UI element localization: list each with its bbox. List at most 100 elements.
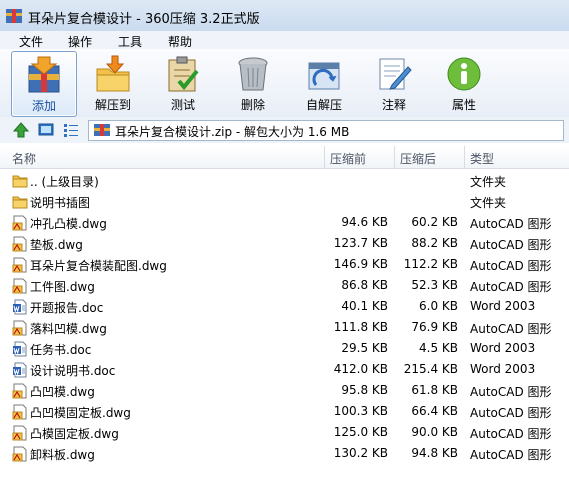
thumbnail-view-icon[interactable] bbox=[37, 121, 55, 139]
file-row[interactable]: 卸料板.dwg 130.2 KB 94.8 KB AutoCAD 图形 bbox=[0, 443, 569, 464]
column-divider[interactable] bbox=[464, 146, 465, 168]
test-label: 测试 bbox=[170, 98, 195, 112]
word-doc-icon bbox=[12, 341, 28, 357]
original-size: 88.2 KB bbox=[411, 236, 458, 250]
menu-file[interactable]: 文件 bbox=[19, 33, 43, 50]
compressed-size: 123.7 KB bbox=[333, 236, 388, 250]
self-extract-button[interactable]: 自解压 bbox=[292, 51, 356, 115]
extract-to-label: 解压到 bbox=[94, 98, 131, 112]
comment-button[interactable]: 注释 bbox=[362, 51, 426, 115]
folder-icon bbox=[12, 173, 28, 189]
compressed-size: 95.8 KB bbox=[341, 383, 388, 397]
dwg-file-icon bbox=[12, 383, 28, 399]
extract-to-button[interactable]: 解压到 bbox=[81, 51, 145, 115]
dwg-file-icon bbox=[12, 320, 28, 336]
dwg-file-icon bbox=[12, 215, 28, 231]
comment-icon bbox=[379, 58, 412, 90]
file-row[interactable]: 耳朵片复合模装配图.dwg 146.9 KB 112.2 KB AutoCAD 图形 bbox=[0, 254, 569, 275]
column-original[interactable]: 压缩后 bbox=[400, 150, 436, 167]
file-name: 工件图.dwg bbox=[30, 280, 95, 294]
file-row[interactable]: 工件图.dwg 86.8 KB 52.3 KB AutoCAD 图形 bbox=[0, 275, 569, 296]
file-name: 设计说明书.doc bbox=[30, 364, 116, 378]
toolbar: 添加 解压到 测试 删除 自解压 注释 属性 bbox=[0, 49, 569, 118]
test-button[interactable]: 测试 bbox=[151, 51, 215, 115]
file-row[interactable]: 落料凹模.dwg 111.8 KB 76.9 KB AutoCAD 图形 bbox=[0, 317, 569, 338]
file-type: AutoCAD 图形 bbox=[470, 427, 552, 441]
original-size: 76.9 KB bbox=[411, 320, 458, 334]
list-view-icon[interactable] bbox=[62, 121, 80, 139]
file-type: AutoCAD 图形 bbox=[470, 406, 552, 420]
file-name: 垫板.dwg bbox=[30, 238, 83, 252]
file-type: Word 2003 bbox=[470, 362, 536, 376]
dwg-file-icon bbox=[12, 404, 28, 420]
file-name: 凸模固定板.dwg bbox=[30, 427, 119, 441]
up-arrow-icon[interactable] bbox=[12, 121, 30, 139]
file-row[interactable]: 凸模固定板.dwg 125.0 KB 90.0 KB AutoCAD 图形 bbox=[0, 422, 569, 443]
path-text: 耳朵片复合模设计.zip - 解包大小为 1.6 MB bbox=[115, 125, 350, 139]
file-row[interactable]: 凸凹模固定板.dwg 100.3 KB 66.4 KB AutoCAD 图形 bbox=[0, 401, 569, 422]
file-row[interactable]: 设计说明书.doc 412.0 KB 215.4 KB Word 2003 bbox=[0, 359, 569, 380]
file-type: 文件夹 bbox=[470, 175, 507, 189]
delete-trash-icon bbox=[238, 57, 268, 91]
file-row[interactable]: 冲孔凸模.dwg 94.6 KB 60.2 KB AutoCAD 图形 bbox=[0, 212, 569, 233]
column-divider[interactable] bbox=[394, 146, 395, 168]
properties-button[interactable]: 属性 bbox=[432, 51, 496, 115]
compressed-size: 412.0 KB bbox=[333, 362, 388, 376]
compressed-size: 130.2 KB bbox=[333, 446, 388, 460]
delete-button[interactable]: 删除 bbox=[221, 51, 285, 115]
menu-bar: 文件 操作 工具 帮助 bbox=[0, 31, 569, 49]
path-field[interactable]: 耳朵片复合模设计.zip - 解包大小为 1.6 MB bbox=[88, 120, 564, 141]
compressed-size: 94.6 KB bbox=[341, 215, 388, 229]
properties-label: 属性 bbox=[451, 98, 476, 112]
compressed-size: 29.5 KB bbox=[341, 341, 388, 355]
menu-operation[interactable]: 操作 bbox=[68, 33, 92, 50]
dwg-file-icon bbox=[12, 236, 28, 252]
word-doc-icon bbox=[12, 362, 28, 378]
test-clipboard-icon bbox=[168, 56, 199, 92]
column-type[interactable]: 类型 bbox=[470, 150, 494, 167]
file-type: Word 2003 bbox=[470, 341, 536, 355]
file-name: 开题报告.doc bbox=[30, 301, 104, 315]
compressed-size: 40.1 KB bbox=[341, 299, 388, 313]
file-type: AutoCAD 图形 bbox=[470, 217, 552, 231]
original-size: 6.0 KB bbox=[419, 299, 458, 313]
archive-app-icon bbox=[6, 9, 22, 23]
file-name: 落料凹模.dwg bbox=[30, 322, 107, 336]
file-row[interactable]: 说明书插图 文件夹 bbox=[0, 191, 569, 212]
file-name: 耳朵片复合模装配图.dwg bbox=[30, 259, 167, 273]
list-header: 名称 压缩前 压缩后 类型 bbox=[0, 146, 569, 169]
file-list: 名称 压缩前 压缩后 类型 .. (上级目录) 文件夹说明书插图 文件夹冲孔凸模.d… bbox=[0, 146, 569, 479]
file-name: 卸料板.dwg bbox=[30, 448, 95, 462]
file-row[interactable]: 开题报告.doc 40.1 KB 6.0 KB Word 2003 bbox=[0, 296, 569, 317]
add-label: 添加 bbox=[31, 99, 56, 113]
original-size: 215.4 KB bbox=[403, 362, 458, 376]
file-name: 冲孔凸模.dwg bbox=[30, 217, 107, 231]
file-name: 凸凹模.dwg bbox=[30, 385, 95, 399]
column-compressed[interactable]: 压缩前 bbox=[330, 150, 366, 167]
file-row[interactable]: 任务书.doc 29.5 KB 4.5 KB Word 2003 bbox=[0, 338, 569, 359]
compressed-size: 111.8 KB bbox=[333, 320, 388, 334]
compressed-size: 125.0 KB bbox=[333, 425, 388, 439]
original-size: 61.8 KB bbox=[411, 383, 458, 397]
zip-archive-icon bbox=[94, 124, 110, 136]
file-type: 文件夹 bbox=[470, 196, 507, 210]
original-size: 94.8 KB bbox=[411, 446, 458, 460]
dwg-file-icon bbox=[12, 278, 28, 294]
add-button[interactable]: 添加 bbox=[11, 51, 77, 117]
menu-tools[interactable]: 工具 bbox=[118, 33, 142, 50]
dwg-file-icon bbox=[12, 446, 28, 462]
column-divider[interactable] bbox=[324, 146, 325, 168]
window-title: 耳朵片复合模设计 - 360压缩 3.2正式版 bbox=[28, 12, 260, 27]
file-name: 说明书插图 bbox=[30, 196, 91, 210]
original-size: 60.2 KB bbox=[411, 215, 458, 229]
file-row[interactable]: .. (上级目录) 文件夹 bbox=[0, 170, 569, 191]
file-row[interactable]: 凸凹模.dwg 95.8 KB 61.8 KB AutoCAD 图形 bbox=[0, 380, 569, 401]
comment-label: 注释 bbox=[381, 98, 406, 112]
add-archive-icon bbox=[28, 56, 60, 93]
compressed-size: 100.3 KB bbox=[333, 404, 388, 418]
menu-help[interactable]: 帮助 bbox=[168, 33, 192, 50]
file-row[interactable]: 垫板.dwg 123.7 KB 88.2 KB AutoCAD 图形 bbox=[0, 233, 569, 254]
original-size: 112.2 KB bbox=[403, 257, 458, 271]
column-name[interactable]: 名称 bbox=[12, 150, 36, 167]
word-doc-icon bbox=[12, 299, 28, 315]
